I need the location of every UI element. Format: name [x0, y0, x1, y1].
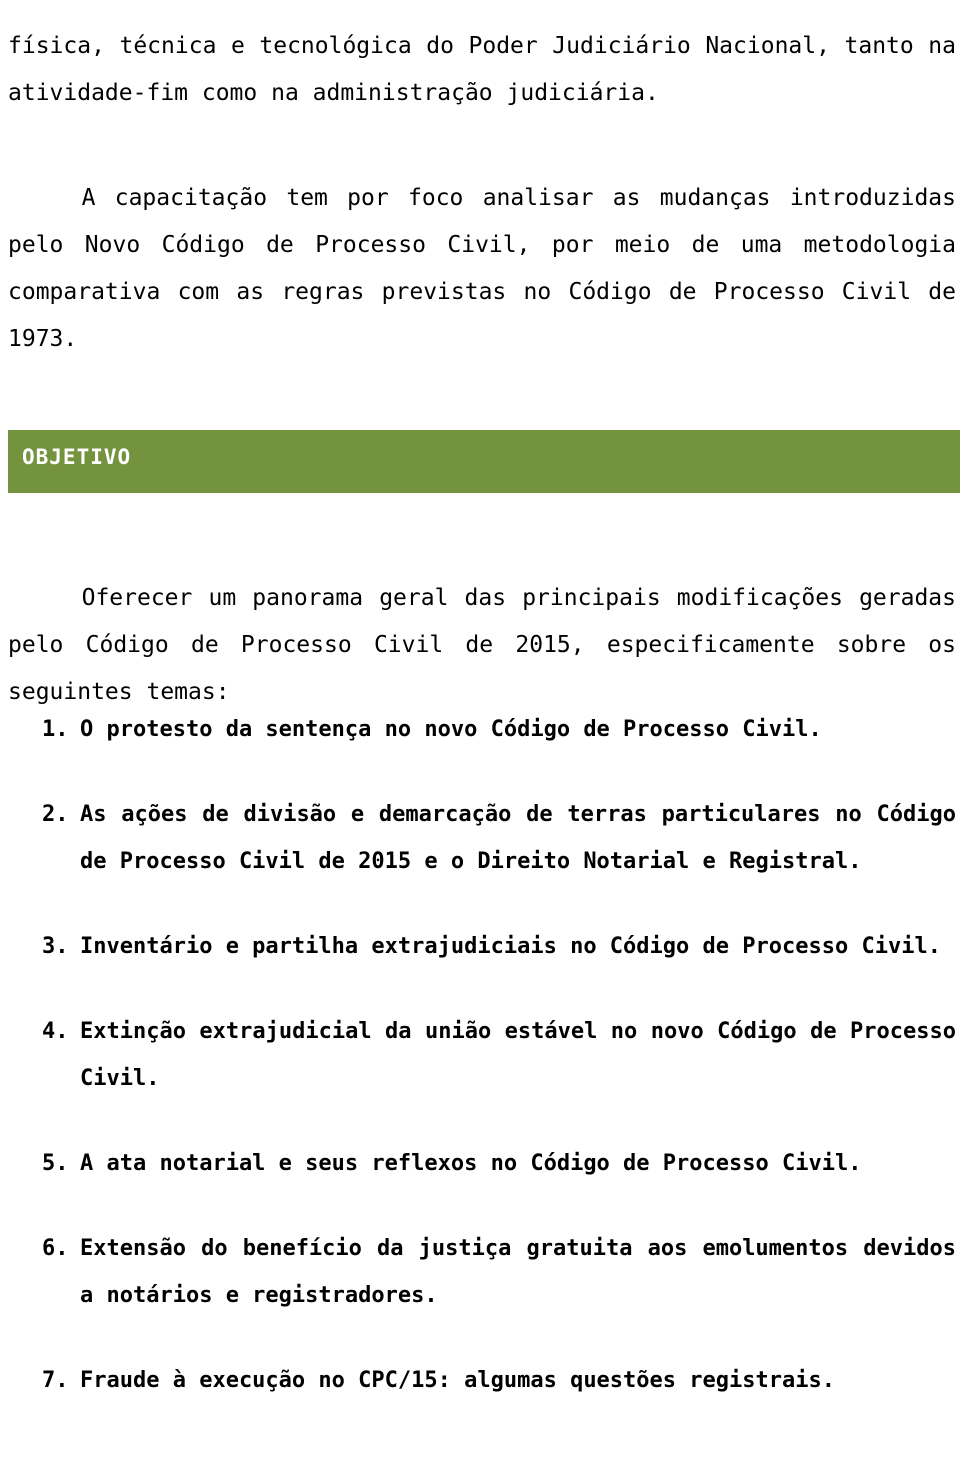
- list-item-number: 7.: [42, 1368, 69, 1393]
- topic-list: 1. O protesto da sentença no novo Código…: [8, 706, 956, 1442]
- list-item: 4. Extinção extrajudicial da união estáv…: [8, 1008, 956, 1102]
- list-item-number: 3.: [42, 934, 69, 959]
- list-item: 3. Inventário e partilha extrajudiciais …: [8, 923, 956, 970]
- list-item-number: 6.: [42, 1236, 69, 1261]
- list-item-number: 1.: [42, 717, 69, 742]
- list-item-label: As ações de divisão e demarcação de terr…: [80, 802, 956, 874]
- list-item: 7. Fraude à execução no CPC/15: algumas …: [8, 1357, 956, 1404]
- paragraph-capacitacao: A capacitação tem por foco analisar as m…: [8, 175, 956, 363]
- list-item-label: Extinção extrajudicial da união estável …: [80, 1019, 956, 1091]
- list-item: 5. A ata notarial e seus reflexos no Cód…: [8, 1140, 956, 1187]
- list-item: 6. Extensão do benefício da justiça grat…: [8, 1225, 956, 1319]
- paragraph-capacitacao-text: A capacitação tem por foco analisar as m…: [8, 185, 956, 352]
- list-item-number: 2.: [42, 802, 69, 827]
- list-item-label: O protesto da sentença no novo Código de…: [80, 717, 822, 742]
- paragraph-oferecer-text: Oferecer um panorama geral das principai…: [8, 585, 956, 705]
- list-item-label: A ata notarial e seus reflexos no Código…: [80, 1151, 862, 1176]
- paragraph-oferecer: Oferecer um panorama geral das principai…: [8, 575, 956, 716]
- paragraph-continuation: física, técnica e tecnológica do Poder J…: [8, 33, 956, 106]
- list-item-label: Inventário e partilha extrajudiciais no …: [80, 934, 941, 959]
- list-item-label: Fraude à execução no CPC/15: algumas que…: [80, 1368, 835, 1393]
- section-title-objetivo: OBJETIVO: [22, 445, 132, 469]
- list-item: 1. O protesto da sentença no novo Código…: [8, 706, 956, 753]
- list-item-number: 4.: [42, 1019, 69, 1044]
- section-header-bar-objetivo: OBJETIVO: [8, 430, 960, 493]
- list-item-number: 5.: [42, 1151, 69, 1176]
- document-page: física, técnica e tecnológica do Poder J…: [0, 0, 960, 1482]
- list-item-label: Extensão do benefício da justiça gratuit…: [80, 1236, 956, 1308]
- list-item: 2. As ações de divisão e demarcação de t…: [8, 791, 956, 885]
